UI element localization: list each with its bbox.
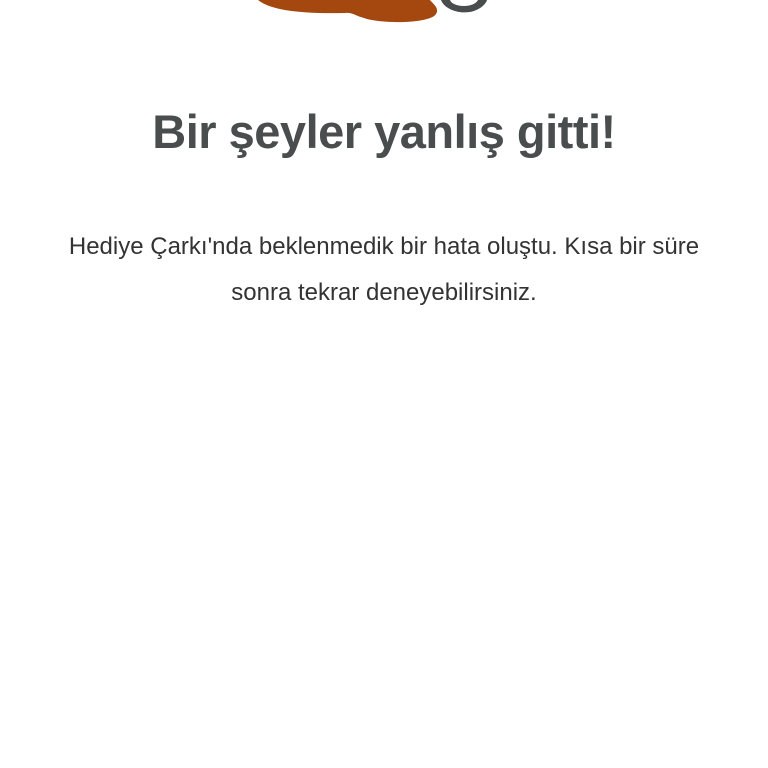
puddle-shape: [258, 0, 438, 23]
broken-wheel-illustration-icon: [258, 0, 487, 23]
error-title: Bir şeyler yanlış gitti!: [152, 105, 616, 158]
error-screen: Bir şeyler yanlış gitti! Hediye Çarkı'nd…: [0, 0, 768, 768]
wheel-edge-shape: [441, 0, 487, 13]
error-message: Hediye Çarkı'nda beklenmedik bir hata ol…: [68, 233, 700, 306]
